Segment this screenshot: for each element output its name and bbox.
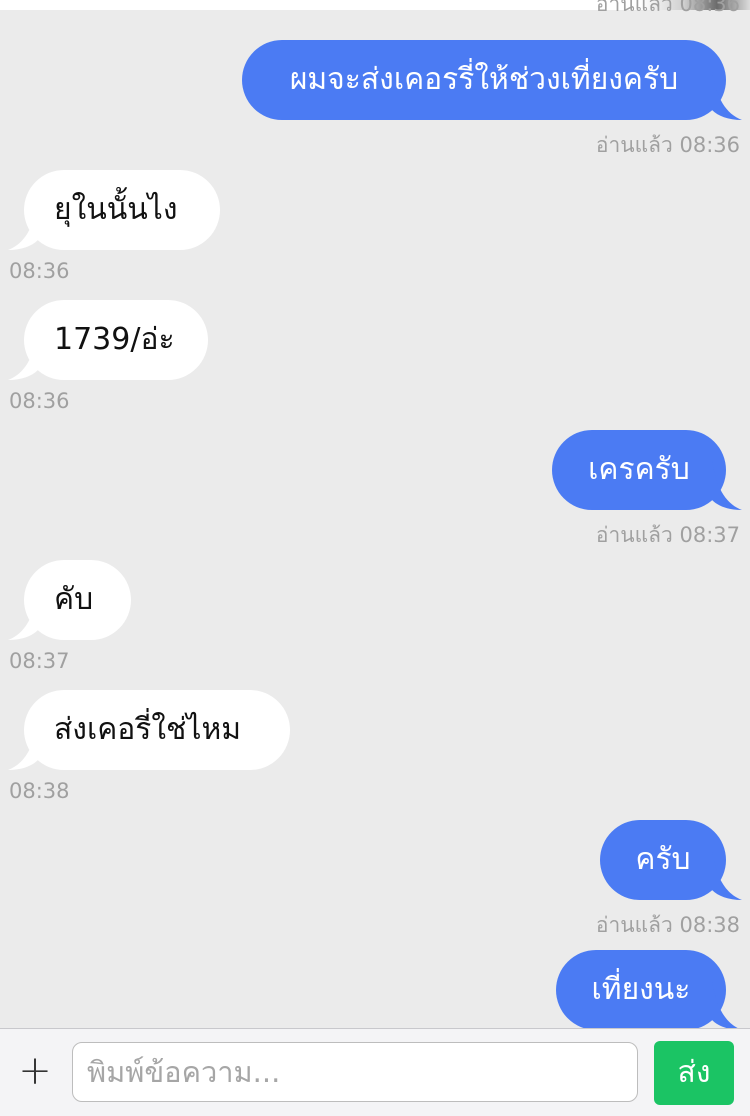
incoming-message-bubble[interactable]: ส่งเคอรี่ใช่ไหม <box>8 690 290 770</box>
message-text: ครับ <box>635 842 691 877</box>
message-text: เครครับ <box>588 452 690 487</box>
send-button[interactable]: ส่ง <box>654 1041 734 1105</box>
outgoing-message-bubble[interactable]: เที่ยงนะ <box>556 950 738 1028</box>
incoming-message-bubble[interactable]: 1739/อ่ะ <box>8 300 208 380</box>
incoming-message-bubble[interactable]: ยุในนั้นไง <box>8 170 220 250</box>
bubble-tail <box>8 200 38 250</box>
outgoing-message-bubble[interactable]: ผมจะส่งเคอรรี่ให้ช่วงเที่ยงครับ <box>242 40 742 120</box>
message-text: ส่งเคอรี่ใช่ไหม <box>54 712 242 747</box>
message-time: 08:36 <box>9 389 70 413</box>
message-time: 08:38 <box>9 779 70 803</box>
bubble-tail <box>8 720 38 770</box>
message-input-bar: + ส่ง <box>0 1028 750 1116</box>
read-receipt: อ่านแล้ว 08:37 <box>595 523 740 547</box>
plus-icon[interactable]: + <box>18 1051 52 1091</box>
incoming-message-bubble[interactable]: คับ <box>8 560 131 640</box>
bubble-tail <box>712 980 738 1028</box>
outgoing-message-bubble[interactable]: เครครับ <box>552 430 742 510</box>
bubble-tail <box>712 70 742 120</box>
read-receipt: อ่านแล้ว 08:36 <box>595 0 740 16</box>
bubble-tail <box>712 850 742 900</box>
message-text: ยุในนั้นไง <box>54 192 178 227</box>
bubble-tail <box>8 590 38 640</box>
bubble-tail <box>8 330 38 380</box>
bubble-tail <box>712 460 742 510</box>
read-receipt: อ่านแล้ว 08:38 <box>595 913 740 937</box>
message-input[interactable] <box>72 1042 638 1102</box>
message-time: 08:37 <box>9 649 70 673</box>
message-time: 08:36 <box>9 259 70 283</box>
message-text: คับ <box>54 582 94 617</box>
message-text: 1739/อ่ะ <box>54 322 175 357</box>
read-receipt: อ่านแล้ว 08:36 <box>595 133 740 157</box>
outgoing-message-bubble[interactable]: ครับ <box>600 820 742 900</box>
message-text: เที่ยงนะ <box>591 972 691 1007</box>
message-text: ผมจะส่งเคอรรี่ให้ช่วงเที่ยงครับ <box>289 62 679 97</box>
chat-area[interactable]: อ่านแล้ว 08:36 ผมจะส่งเคอรรี่ให้ช่วงเที่… <box>0 0 750 1028</box>
